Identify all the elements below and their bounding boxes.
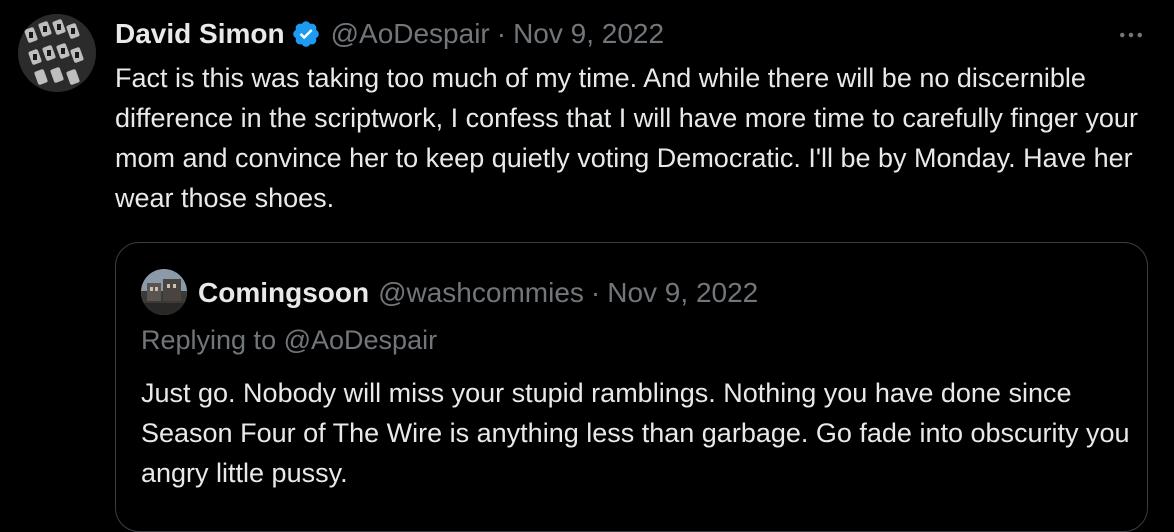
tweet-text: Fact is this was taking too much of my t… bbox=[115, 63, 1138, 213]
more-options-icon[interactable] bbox=[1114, 18, 1148, 52]
quoted-tweet-text: Just go. Nobody will miss your stupid ra… bbox=[141, 378, 1130, 488]
quoted-separator-dot: · bbox=[590, 277, 601, 308]
verified-badge-icon[interactable] bbox=[291, 19, 321, 49]
quoted-author-name[interactable]: Comingsoon bbox=[198, 277, 369, 309]
author-name[interactable]: David Simon bbox=[115, 18, 285, 50]
author-handle[interactable]: @AoDespair bbox=[331, 18, 490, 50]
quoted-author-handle[interactable]: @washcommies bbox=[378, 277, 584, 309]
replying-to-handle[interactable]: @AoDespair bbox=[284, 325, 437, 355]
tweet-header: David Simon @AoDespair · Nov 9, 2022 bbox=[115, 14, 664, 54]
quoted-author-avatar[interactable] bbox=[141, 269, 187, 315]
quoted-tweet-header: Comingsoon @washcommies · Nov 9, 2022 bbox=[198, 273, 758, 313]
quoted-tweet-date[interactable]: Nov 9, 2022 bbox=[607, 277, 758, 309]
quoted-tweet[interactable]: Comingsoon @washcommies · Nov 9, 2022 Re… bbox=[115, 242, 1148, 532]
tweet[interactable]: David Simon @AoDespair · Nov 9, 2022 Fac… bbox=[0, 0, 1174, 532]
author-avatar[interactable] bbox=[18, 14, 96, 92]
replying-to-label: Replying to bbox=[141, 325, 277, 355]
tweet-date[interactable]: Nov 9, 2022 bbox=[513, 18, 664, 50]
separator-dot: · bbox=[496, 18, 507, 49]
replying-to: Replying to @AoDespair bbox=[141, 325, 437, 356]
